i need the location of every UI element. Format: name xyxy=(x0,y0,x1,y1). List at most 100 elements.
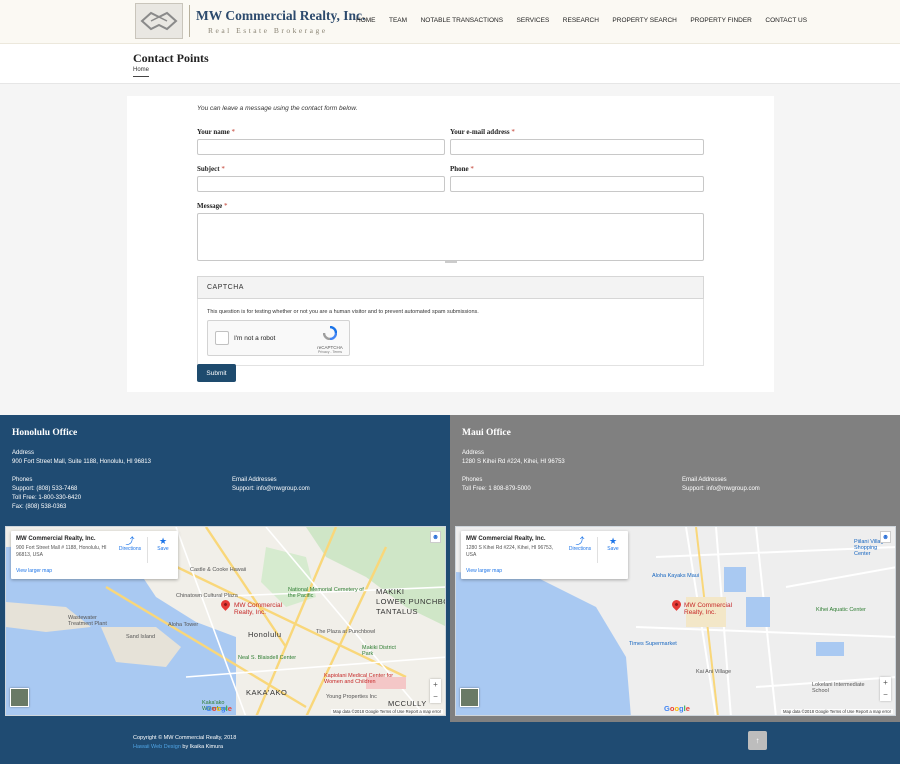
web-design-link[interactable]: Hawaii Web Design xyxy=(133,744,181,750)
map-label-aloha-kayaks: Aloha Kayaks Maui xyxy=(652,573,700,579)
street-view-icon[interactable]: ☻ xyxy=(430,531,441,543)
map-label-lower-punchbowl: LOWER PUNCHBOWL xyxy=(376,597,445,606)
map-pin-label: MW Commercial Realty, Inc. xyxy=(234,602,283,616)
recaptcha-checkbox[interactable] xyxy=(215,331,229,345)
map-label-times-supermarket: Times Supermarket xyxy=(629,641,677,647)
view-larger-map-link[interactable]: View larger map xyxy=(16,568,52,574)
recaptcha-label: I'm not a robot xyxy=(234,335,276,342)
directions-button[interactable]: ⤴ Directions xyxy=(565,536,595,552)
email-input[interactable] xyxy=(450,139,704,155)
honolulu-map[interactable]: Honolulu Castle & Cooke Hawaii Chinatown… xyxy=(5,526,446,716)
maui-title: Maui Office xyxy=(462,428,511,438)
map-attribution[interactable]: Map data ©2018 Google Terms of Use Repor… xyxy=(781,709,893,714)
captcha-note: This question is for testing whether or … xyxy=(207,309,479,315)
captcha-body: This question is for testing whether or … xyxy=(197,299,704,366)
map-label-aquatic-center: Kihei Aquatic Center xyxy=(816,607,866,613)
textarea-resize-handle[interactable] xyxy=(444,261,457,263)
brand-tagline: Real Estate Brokerage xyxy=(208,25,328,35)
maui-email: Support: info@mwgroup.com xyxy=(682,486,760,492)
maui-map[interactable]: Aloha Kayaks Maui Piilani Village Shoppi… xyxy=(455,526,896,716)
back-to-top-button[interactable]: ↑ xyxy=(748,731,767,750)
satellite-toggle[interactable] xyxy=(10,688,29,707)
honolulu-phone-fax: Fax: (808) 538-0363 xyxy=(12,504,67,510)
map-label-blaisdell: Neal S. Blaisdell Center xyxy=(238,655,297,661)
name-input[interactable] xyxy=(197,139,445,155)
save-button[interactable]: ★ Save xyxy=(601,536,625,552)
nav-home[interactable]: HOME xyxy=(356,17,376,24)
arrow-up-icon: ↑ xyxy=(755,736,760,745)
nav-notable-transactions[interactable]: NOTABLE TRANSACTIONS xyxy=(421,17,503,24)
map-pin-label: MW Commercial Realty, Inc. xyxy=(684,602,733,616)
form-intro: You can leave a message using the contac… xyxy=(197,105,358,112)
honolulu-title: Honolulu Office xyxy=(12,428,78,438)
maui-office: Maui Office Address 1280 S Kihei Rd #224… xyxy=(450,415,900,722)
subject-input[interactable] xyxy=(197,176,445,192)
view-larger-map-link[interactable]: View larger map xyxy=(466,568,502,574)
nav-services[interactable]: SERVICES xyxy=(517,17,550,24)
directions-button[interactable]: ⤴ Directions xyxy=(115,536,145,552)
message-textarea[interactable] xyxy=(197,213,704,263)
map-label-plaza-punchbowl: The Plaza at Punchbowl xyxy=(316,629,376,635)
honolulu-map-card: MW Commercial Realty, Inc. 900 Fort Stre… xyxy=(11,531,178,579)
zoom-controls[interactable]: + − xyxy=(430,679,441,703)
save-button[interactable]: ★ Save xyxy=(151,536,175,552)
map-label-makiki-park: Makiki District Park xyxy=(362,645,396,657)
maui-phone-tollfree: Toll Free: 1 808-879-5000 xyxy=(462,486,531,492)
satellite-toggle[interactable] xyxy=(460,688,479,707)
honolulu-email: Support: info@mwgroup.com xyxy=(232,486,310,492)
main-nav: HOME TEAM NOTABLE TRANSACTIONS SERVICES … xyxy=(356,17,821,24)
name-label: Your name * xyxy=(197,128,235,136)
honolulu-email-block: Email Addresses Support: info@mwgroup.co… xyxy=(232,476,310,494)
nav-team[interactable]: TEAM xyxy=(389,17,407,24)
maui-map-card: MW Commercial Realty, Inc. 1280 S Kihei … xyxy=(461,531,628,579)
recaptcha-icon xyxy=(322,325,338,341)
street-view-icon[interactable]: ☻ xyxy=(880,531,891,543)
brand-name: MW Commercial Realty, Inc. xyxy=(196,7,366,23)
maui-phones-block: Phones Toll Free: 1 808-879-5000 xyxy=(462,476,531,494)
map-label-castle-cooke: Castle & Cooke Hawaii xyxy=(190,567,247,573)
page-title: Contact Points xyxy=(133,51,209,65)
recaptcha-widget: I'm not a robot reCAPTCHA Privacy - Term… xyxy=(207,320,350,356)
recaptcha-links[interactable]: Privacy - Terms xyxy=(317,350,343,354)
message-label: Message * xyxy=(197,202,228,210)
map-label-kai-ani-village: Kai Ani Village xyxy=(696,669,732,675)
map-attribution[interactable]: Map data ©2018 Google Terms of Use Repor… xyxy=(331,709,443,714)
nav-property-finder[interactable]: PROPERTY FINDER xyxy=(690,17,752,24)
directions-icon: ⤴ xyxy=(575,536,585,546)
brand-logo[interactable]: MW Commercial Realty, Inc. Real Estate B… xyxy=(135,3,365,39)
maui-email-label: Email Addresses xyxy=(682,477,727,483)
maui-phones-label: Phones xyxy=(462,477,483,483)
map-label-kakaako: KAKA'AKO xyxy=(246,688,288,697)
phone-input[interactable] xyxy=(450,176,704,192)
map-label-cemetery: National Memorial Cemetery of the Pacifi… xyxy=(288,587,364,599)
map-label-kapiolani: Kapiolani Medical Center for Women and C… xyxy=(324,673,394,685)
nav-property-search[interactable]: PROPERTY SEARCH xyxy=(612,17,676,24)
zoom-controls[interactable]: + − xyxy=(880,677,891,701)
honolulu-address: 900 Fort Street Mall, Suite 1188, Honolu… xyxy=(12,459,151,465)
captcha-header: CAPTCHA xyxy=(197,276,704,299)
nav-research[interactable]: RESEARCH xyxy=(563,17,599,24)
directions-icon: ⤴ xyxy=(125,536,135,546)
map-label-tantalus: TANTALUS xyxy=(376,607,419,616)
honolulu-phones-label: Phones xyxy=(12,477,33,483)
logo-divider xyxy=(189,5,190,37)
main-content: You can leave a message using the contac… xyxy=(0,84,900,415)
star-icon: ★ xyxy=(608,536,618,546)
nav-contact-us[interactable]: CONTACT US xyxy=(765,17,807,24)
map-label-sand-island: Sand Island xyxy=(126,634,156,640)
maui-email-block: Email Addresses Support: info@mwgroup.co… xyxy=(682,476,760,494)
map-card-address: 1280 S Kihei Rd #224, Kihei, HI 96753, U… xyxy=(466,545,554,558)
map-label-makiki: MAKIKI xyxy=(376,587,405,596)
honolulu-phone-support: Support: (808) 533-7468 xyxy=(12,486,78,492)
copyright-block: Copyright © MW Commercial Realty, 2018 H… xyxy=(133,734,236,752)
map-label-mccully: MCCULLY xyxy=(388,699,427,708)
submit-button[interactable]: Submit xyxy=(197,364,236,382)
map-card-divider xyxy=(147,537,148,563)
google-logo: Google xyxy=(664,704,690,713)
map-label-young-properties: Young Properties Inc xyxy=(326,694,377,700)
contact-form-panel: You can leave a message using the contac… xyxy=(127,96,774,392)
breadcrumb-home[interactable]: Home xyxy=(133,67,150,77)
email-label: Your e-mail address * xyxy=(450,128,515,136)
honolulu-phone-tollfree: Toll Free: 1-800-330-6420 xyxy=(12,495,82,501)
design-credit: by Ikaika Kimura xyxy=(180,744,224,750)
